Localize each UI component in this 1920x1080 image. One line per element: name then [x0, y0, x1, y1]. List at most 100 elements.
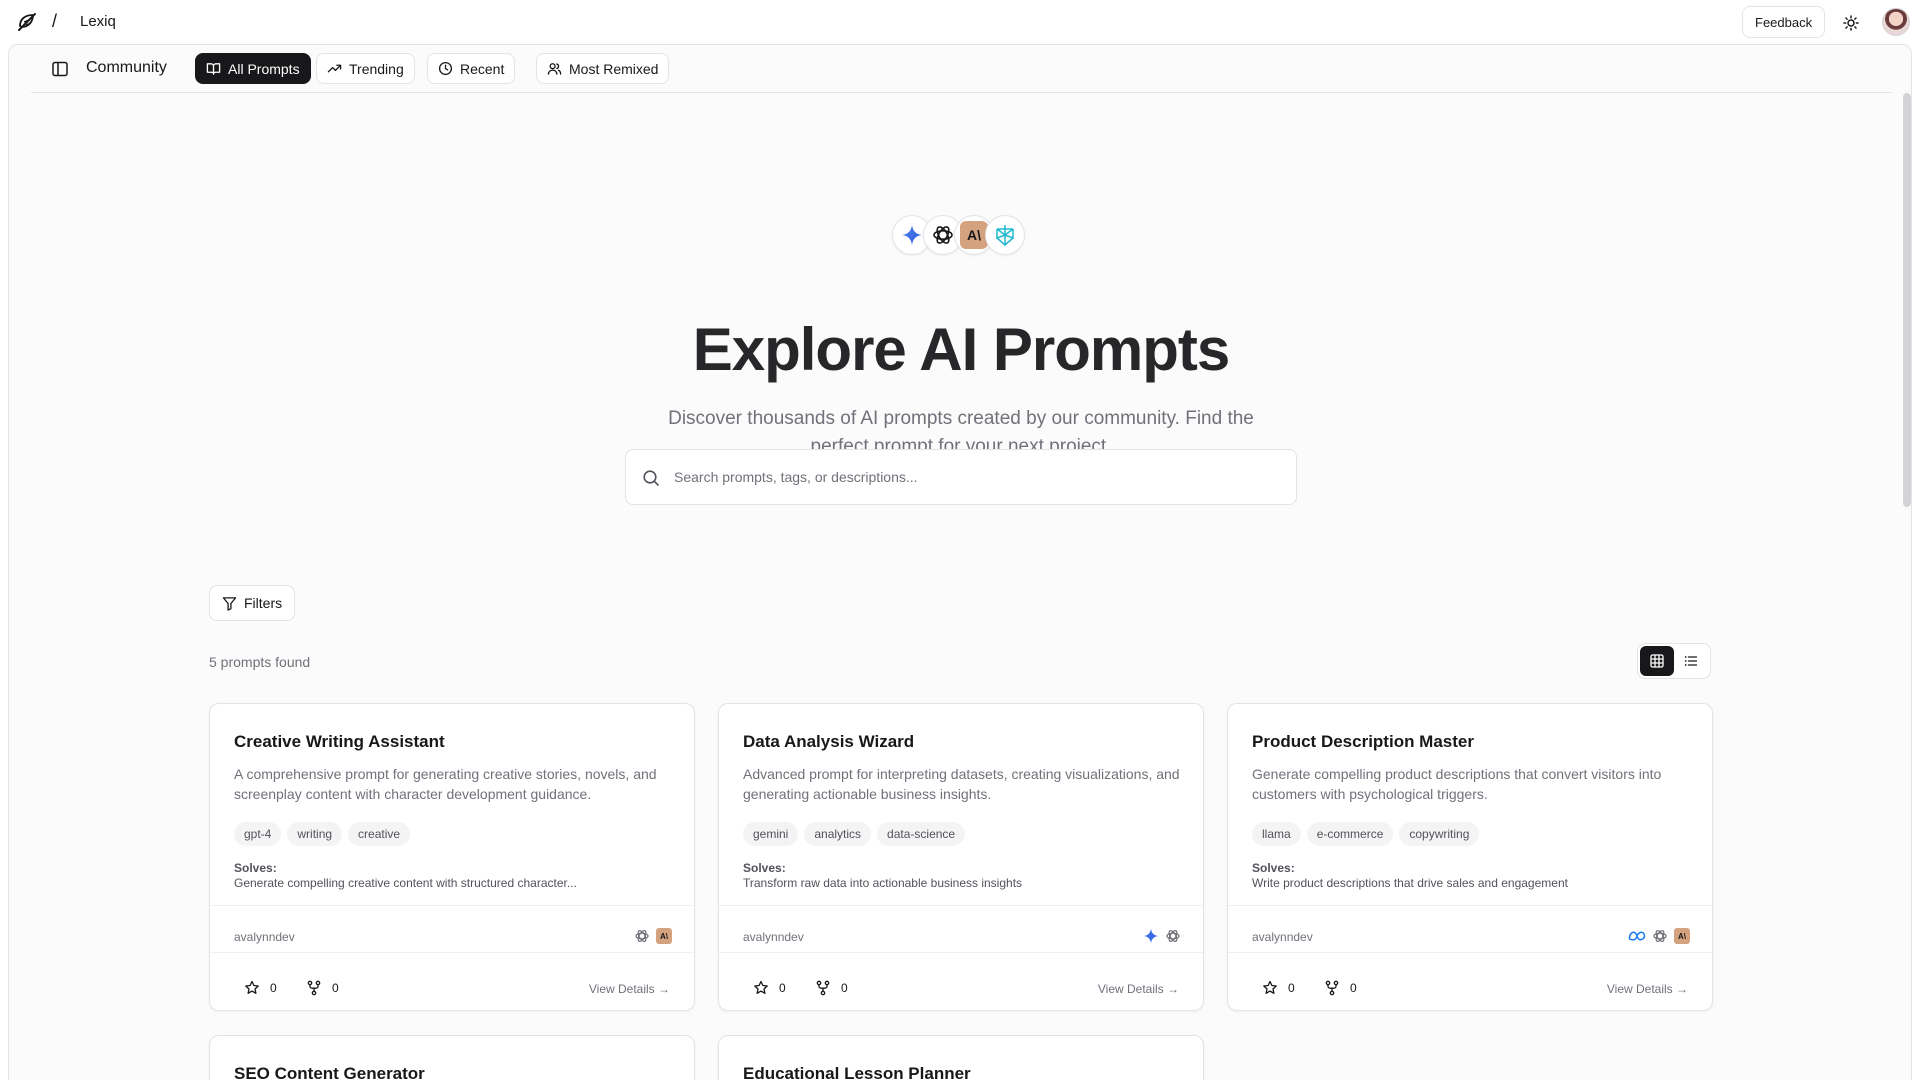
openai-icon	[1653, 930, 1667, 942]
card-title[interactable]: Creative Writing Assistant	[234, 732, 445, 752]
tag[interactable]: analytics	[804, 822, 872, 846]
card-divider	[1228, 952, 1712, 953]
card-divider	[210, 952, 694, 953]
filters-button[interactable]: Filters	[209, 585, 296, 621]
tag[interactable]: e-commerce	[1306, 822, 1394, 846]
section-title: Community	[86, 59, 167, 76]
prompt-card[interactable]: Creative Writing Assistant A comprehensi…	[209, 703, 695, 1011]
author-name[interactable]: avalynndev	[743, 930, 804, 944]
clock-icon	[438, 61, 453, 76]
prompt-card[interactable]: SEO Content Generator	[209, 1035, 695, 1080]
top-bar: / Lexiq Feedback	[0, 0, 1920, 44]
star-count[interactable]: 0	[1262, 980, 1295, 996]
star-icon	[245, 980, 259, 994]
author-name[interactable]: avalynndev	[234, 930, 295, 944]
star-icon	[1263, 980, 1277, 994]
solves-label: Solves:	[234, 861, 277, 875]
card-title[interactable]: Data Analysis Wizard	[743, 732, 914, 752]
model-icons-row: A\	[892, 215, 1025, 261]
solves-label: Solves:	[743, 861, 786, 875]
anthropic-icon: A\	[1674, 928, 1690, 944]
perplexity-icon	[985, 215, 1025, 255]
tab-label: All Prompts	[228, 60, 300, 77]
search-icon	[643, 470, 659, 486]
app-name[interactable]: Lexiq	[80, 13, 116, 30]
tag[interactable]: creative	[348, 822, 411, 846]
grid-view-button[interactable]	[1640, 646, 1674, 676]
tag[interactable]: gpt-4	[234, 822, 282, 846]
card-title[interactable]: Educational Lesson Planner	[743, 1064, 971, 1080]
star-count-value: 0	[1288, 981, 1295, 995]
main-panel: Community All Prompts Trending Recent Mo…	[8, 44, 1912, 1080]
feedback-button[interactable]: Feedback	[1742, 6, 1826, 38]
card-title[interactable]: SEO Content Generator	[234, 1064, 425, 1080]
prompt-card[interactable]: Data Analysis Wizard Advanced prompt for…	[718, 703, 1204, 1011]
tag[interactable]: copywriting	[1399, 822, 1480, 846]
tag-list: gpt-4 writing creative	[234, 822, 411, 846]
card-title[interactable]: Product Description Master	[1252, 732, 1474, 752]
solves-label: Solves:	[1252, 861, 1295, 875]
tab-recent[interactable]: Recent	[427, 53, 516, 84]
star-count-value: 0	[779, 981, 786, 995]
card-description: Advanced prompt for interpreting dataset…	[743, 766, 1180, 802]
fork-count-value: 0	[841, 981, 848, 995]
openai-icon	[635, 930, 649, 942]
avatar[interactable]	[1882, 8, 1910, 36]
gemini-icon	[1143, 928, 1159, 944]
search-input[interactable]	[674, 450, 1284, 504]
tag[interactable]: gemini	[743, 822, 799, 846]
list-view-button[interactable]	[1674, 646, 1708, 676]
view-details-link[interactable]: View Details →	[1098, 982, 1179, 996]
card-divider	[719, 905, 1203, 906]
trending-up-icon	[327, 64, 342, 73]
grid-icon	[1650, 654, 1664, 668]
tag-list: llama e-commerce copywriting	[1252, 822, 1480, 846]
breadcrumb-separator: /	[52, 11, 58, 31]
card-description: A comprehensive prompt for generating cr…	[234, 766, 657, 802]
sun-icon[interactable]	[1840, 12, 1862, 34]
page-title: Explore AI Prompts	[692, 316, 1231, 383]
filters-label: Filters	[244, 595, 283, 611]
users-icon	[547, 63, 562, 75]
author-name[interactable]: avalynndev	[1252, 930, 1313, 944]
lexiq-logo-icon[interactable]	[16, 11, 38, 33]
tab-most-remixed[interactable]: Most Remixed	[536, 53, 670, 84]
tag[interactable]: data-science	[877, 822, 966, 846]
scrollbar[interactable]	[1903, 93, 1911, 507]
star-count[interactable]: 0	[244, 980, 277, 996]
solves-text: Transform raw data into actionable busin…	[743, 876, 1023, 890]
anthropic-icon: A\	[656, 928, 672, 944]
card-description: Generate compelling product descriptions…	[1252, 766, 1662, 802]
view-toggle	[1637, 643, 1711, 679]
fork-icon	[816, 980, 830, 996]
tab-all-prompts[interactable]: All Prompts	[195, 53, 311, 84]
view-details-link[interactable]: View Details →	[589, 982, 670, 996]
fork-icon	[1325, 980, 1339, 996]
sidebar-toggle-icon[interactable]	[51, 60, 69, 78]
prompt-card[interactable]: Educational Lesson Planner	[718, 1035, 1204, 1080]
prompt-card[interactable]: Product Description Master Generate comp…	[1227, 703, 1713, 1011]
solves-text: Write product descriptions that drive sa…	[1252, 876, 1568, 890]
tag[interactable]: writing	[287, 822, 343, 846]
view-details-link[interactable]: View Details →	[1607, 982, 1688, 996]
star-count-value: 0	[270, 981, 277, 995]
fork-count[interactable]: 0	[1324, 980, 1357, 996]
tab-label: Trending	[349, 60, 404, 77]
list-icon	[1684, 656, 1698, 666]
openai-icon	[1166, 930, 1180, 942]
tab-trending[interactable]: Trending	[316, 53, 415, 84]
fork-count[interactable]: 0	[306, 980, 339, 996]
book-open-icon	[206, 63, 221, 75]
community-nav: Community All Prompts Trending Recent Mo…	[31, 45, 1891, 93]
fork-count-value: 0	[332, 981, 339, 995]
card-model-icons: A\	[634, 928, 672, 944]
tag[interactable]: llama	[1252, 822, 1301, 846]
fork-count[interactable]: 0	[815, 980, 848, 996]
card-divider	[719, 952, 1203, 953]
card-divider	[1228, 905, 1712, 906]
star-count[interactable]: 0	[753, 980, 786, 996]
fork-icon	[307, 980, 321, 996]
tab-label: Most Remixed	[569, 60, 659, 77]
tag-list: gemini analytics data-science	[743, 822, 966, 846]
search-box	[625, 449, 1297, 505]
